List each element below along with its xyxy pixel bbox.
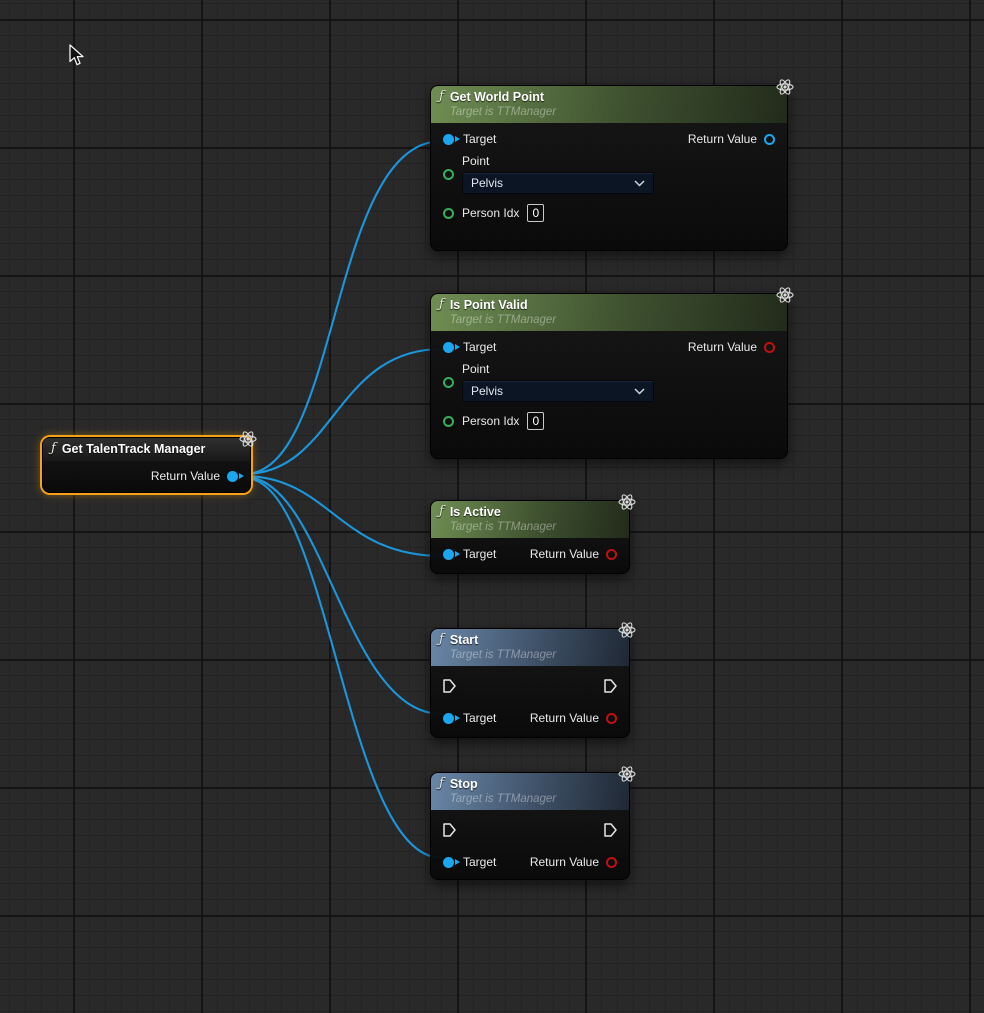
function-icon: ƒ — [439, 632, 444, 648]
pin-label: Person Idx — [462, 414, 519, 428]
node-title: Get World Point — [450, 89, 556, 105]
node-subtitle: Target is TTManager — [450, 648, 556, 662]
node-header: ƒ Stop Target is TTManager — [431, 773, 629, 810]
node-header: ƒ Get World Point Target is TTManager — [431, 86, 787, 123]
pin-label: Target — [463, 711, 496, 725]
wire-connection[interactable] — [246, 349, 442, 474]
pin-label: Return Value — [530, 855, 599, 869]
exec-out-pin[interactable] — [603, 822, 618, 843]
node-is-active[interactable]: ƒ Is Active Target is TTManager Target R… — [430, 500, 630, 574]
wire-connection[interactable] — [246, 141, 442, 474]
node-subtitle: Target is TTManager — [450, 105, 556, 119]
pin-label: Point — [462, 362, 654, 376]
atom-badge-icon — [617, 620, 637, 640]
target-input-pin[interactable] — [443, 342, 454, 353]
chevron-down-icon — [634, 384, 645, 398]
atom-badge-icon — [617, 492, 637, 512]
exec-in-pin[interactable] — [442, 678, 457, 699]
atom-badge-icon — [775, 77, 795, 97]
exec-out-pin[interactable] — [603, 678, 618, 699]
node-is-point-valid[interactable]: ƒ Is Point Valid Target is TTManager Tar… — [430, 293, 788, 459]
node-header: ƒ Start Target is TTManager — [431, 629, 629, 666]
node-get-talentrack-manager[interactable]: ƒ Get TalenTrack Manager Return Value — [42, 437, 251, 493]
node-subtitle: Target is TTManager — [450, 792, 556, 806]
person-idx-input[interactable]: 0 — [527, 204, 544, 222]
pin-label: Target — [463, 855, 496, 869]
wire-connection[interactable] — [246, 476, 442, 556]
pin-label: Target — [463, 132, 496, 146]
node-header: ƒ Is Point Valid Target is TTManager — [431, 294, 787, 331]
person-idx-input-pin[interactable] — [443, 208, 454, 219]
node-title: Is Active — [450, 504, 556, 520]
target-input-pin[interactable] — [443, 857, 454, 868]
node-subtitle: Target is TTManager — [450, 520, 556, 534]
dropdown-value: Pelvis — [471, 176, 503, 190]
pin-label: Return Value — [688, 132, 757, 146]
node-header: ƒ Get TalenTrack Manager — [43, 438, 250, 461]
atom-badge-icon — [617, 764, 637, 784]
node-subtitle: Target is TTManager — [450, 313, 556, 327]
point-enum-dropdown[interactable]: Pelvis — [462, 380, 654, 402]
point-input-pin[interactable] — [443, 377, 454, 388]
return-value-output-pin[interactable] — [606, 857, 617, 868]
function-icon: ƒ — [439, 776, 444, 792]
pin-label: Return Value — [688, 340, 757, 354]
pin-label: Return Value — [530, 547, 599, 561]
wire-connection[interactable] — [246, 477, 442, 714]
pin-label: Return Value — [151, 469, 220, 483]
wire-connection[interactable] — [246, 478, 442, 858]
node-title: Start — [450, 632, 556, 648]
pin-label: Point — [462, 154, 654, 168]
pin-label: Person Idx — [462, 206, 519, 220]
atom-badge-icon — [238, 429, 258, 449]
target-input-pin[interactable] — [443, 134, 454, 145]
node-header: ƒ Is Active Target is TTManager — [431, 501, 629, 538]
node-stop[interactable]: ƒ Stop Target is TTManager Target Return… — [430, 772, 630, 880]
return-value-output-pin[interactable] — [764, 342, 775, 353]
return-value-output-pin[interactable] — [227, 471, 238, 482]
pin-label: Target — [463, 547, 496, 561]
target-input-pin[interactable] — [443, 549, 454, 560]
pin-label: Return Value — [530, 711, 599, 725]
node-title: Is Point Valid — [450, 297, 556, 313]
node-title: Get TalenTrack Manager — [62, 441, 206, 457]
chevron-down-icon — [634, 176, 645, 190]
point-enum-dropdown[interactable]: Pelvis — [462, 172, 654, 194]
return-value-output-pin[interactable] — [606, 549, 617, 560]
mouse-cursor — [68, 44, 85, 72]
function-icon: ƒ — [439, 504, 444, 520]
target-input-pin[interactable] — [443, 713, 454, 724]
person-idx-input[interactable]: 0 — [527, 412, 544, 430]
exec-in-pin[interactable] — [442, 822, 457, 843]
function-icon: ƒ — [439, 89, 444, 105]
person-idx-input-pin[interactable] — [443, 416, 454, 427]
graph-canvas[interactable]: ƒ Get TalenTrack Manager Return Value ƒ … — [0, 0, 984, 1013]
node-start[interactable]: ƒ Start Target is TTManager Target Retur… — [430, 628, 630, 738]
function-icon: ƒ — [439, 297, 444, 313]
node-get-world-point[interactable]: ƒ Get World Point Target is TTManager Ta… — [430, 85, 788, 251]
point-input-pin[interactable] — [443, 169, 454, 180]
atom-badge-icon — [775, 285, 795, 305]
return-value-output-pin[interactable] — [606, 713, 617, 724]
dropdown-value: Pelvis — [471, 384, 503, 398]
pin-label: Target — [463, 340, 496, 354]
return-value-output-pin[interactable] — [764, 134, 775, 145]
function-icon: ƒ — [51, 441, 56, 457]
node-title: Stop — [450, 776, 556, 792]
